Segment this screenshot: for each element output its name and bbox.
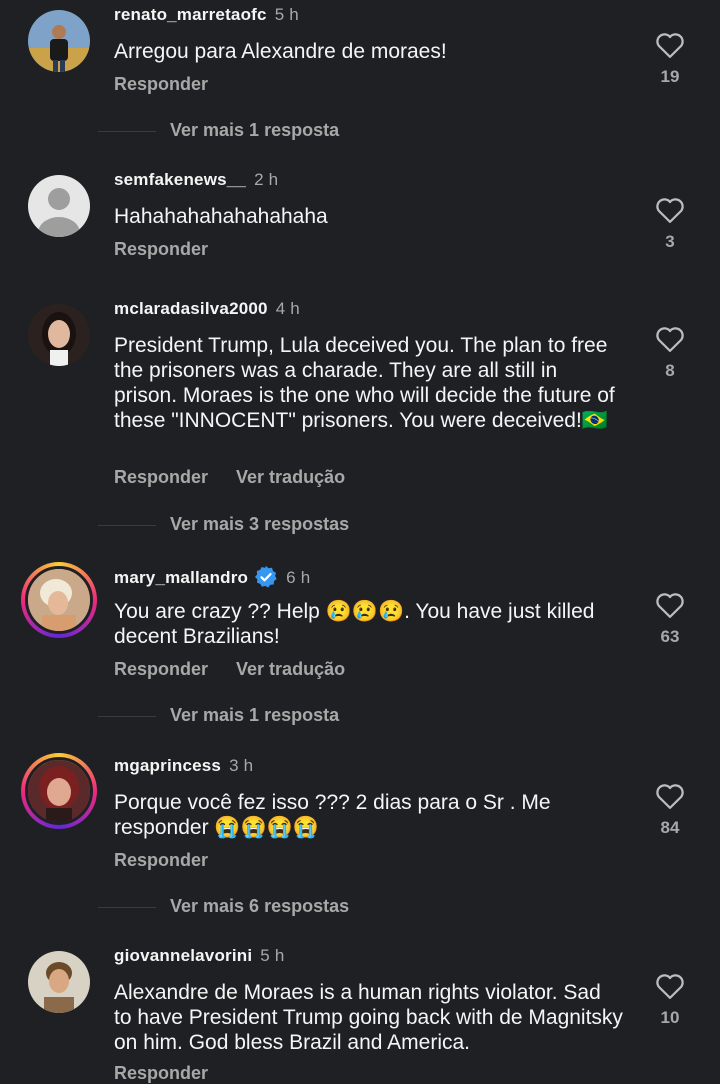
heart-icon	[656, 198, 684, 223]
like-button[interactable]: 19	[650, 31, 690, 87]
like-count: 10	[660, 1008, 680, 1027]
comment-text: You are crazy ?? Help 😢😢😢. You have just…	[114, 600, 595, 648]
avatar-photo-icon	[28, 760, 90, 822]
reply-button[interactable]: Responder	[114, 659, 208, 679]
username[interactable]: mgaprincess	[114, 756, 221, 775]
username[interactable]: renato_marretaofc	[114, 5, 267, 24]
like-button[interactable]: 10	[650, 972, 690, 1028]
avatar[interactable]	[28, 304, 90, 366]
divider-line	[98, 715, 156, 717]
comment-text: Arregou para Alexandre de moraes!	[114, 40, 447, 63]
avatar[interactable]	[21, 753, 97, 829]
translate-button[interactable]: Ver tradução	[236, 467, 345, 487]
comment-time: 4 h	[275, 299, 300, 318]
reply-button[interactable]: Responder	[114, 239, 208, 259]
comment-time: 2 h	[254, 170, 279, 189]
username[interactable]: giovannelavorini	[114, 946, 252, 965]
view-more-replies[interactable]: Ver mais 1 resposta	[98, 120, 339, 141]
like-button[interactable]: 3	[650, 196, 690, 252]
comment-time: 5 h	[260, 946, 285, 965]
comment-text: Porque você fez isso ??? 2 dias para o S…	[114, 791, 551, 839]
view-more-replies[interactable]: Ver mais 3 respostas	[98, 514, 349, 535]
like-count: 3	[665, 232, 675, 251]
reply-button[interactable]: Responder	[114, 850, 208, 870]
avatar[interactable]	[28, 10, 90, 72]
avatar[interactable]	[28, 951, 90, 1013]
comment-text: President Trump, Lula deceived you. The …	[114, 334, 615, 432]
like-button[interactable]: 63	[650, 591, 690, 647]
comment-text: Alexandre de Moraes is a human rights vi…	[114, 981, 623, 1054]
heart-icon	[656, 974, 684, 999]
reply-button[interactable]: Responder	[114, 467, 208, 487]
username[interactable]: mary_mallandro	[114, 568, 248, 587]
avatar-photo-icon	[28, 951, 90, 1013]
default-avatar-icon	[28, 175, 90, 237]
username[interactable]: mclaradasilva2000	[114, 299, 268, 318]
divider-line	[98, 524, 156, 526]
heart-icon	[656, 784, 684, 809]
reply-button[interactable]: Responder	[114, 74, 208, 94]
divider-line	[98, 906, 156, 908]
verified-badge-icon	[255, 566, 277, 588]
comment-time: 6 h	[286, 568, 311, 587]
username[interactable]: semfakenews__	[114, 170, 246, 189]
heart-icon	[656, 33, 684, 58]
comment-time: 5 h	[274, 5, 299, 24]
avatar-photo-icon	[28, 304, 90, 366]
like-button[interactable]: 84	[650, 782, 690, 838]
like-count: 8	[665, 361, 675, 380]
like-button[interactable]: 8	[650, 325, 690, 381]
view-more-replies[interactable]: Ver mais 6 respostas	[98, 896, 349, 917]
avatar-photo-icon	[28, 569, 90, 631]
reply-button[interactable]: Responder	[114, 1063, 208, 1083]
heart-icon	[656, 593, 684, 618]
like-count: 84	[660, 818, 680, 837]
comment-text: Hahahahahahahahaha	[114, 205, 328, 228]
view-more-replies[interactable]: Ver mais 1 resposta	[98, 705, 339, 726]
avatar[interactable]	[21, 562, 97, 638]
avatar-photo-icon	[28, 10, 90, 72]
divider-line	[98, 130, 156, 132]
heart-icon	[656, 327, 684, 352]
avatar[interactable]	[28, 175, 90, 237]
like-count: 63	[660, 627, 680, 646]
translate-button[interactable]: Ver tradução	[236, 659, 345, 679]
like-count: 19	[660, 67, 680, 86]
comment-time: 3 h	[229, 756, 254, 775]
